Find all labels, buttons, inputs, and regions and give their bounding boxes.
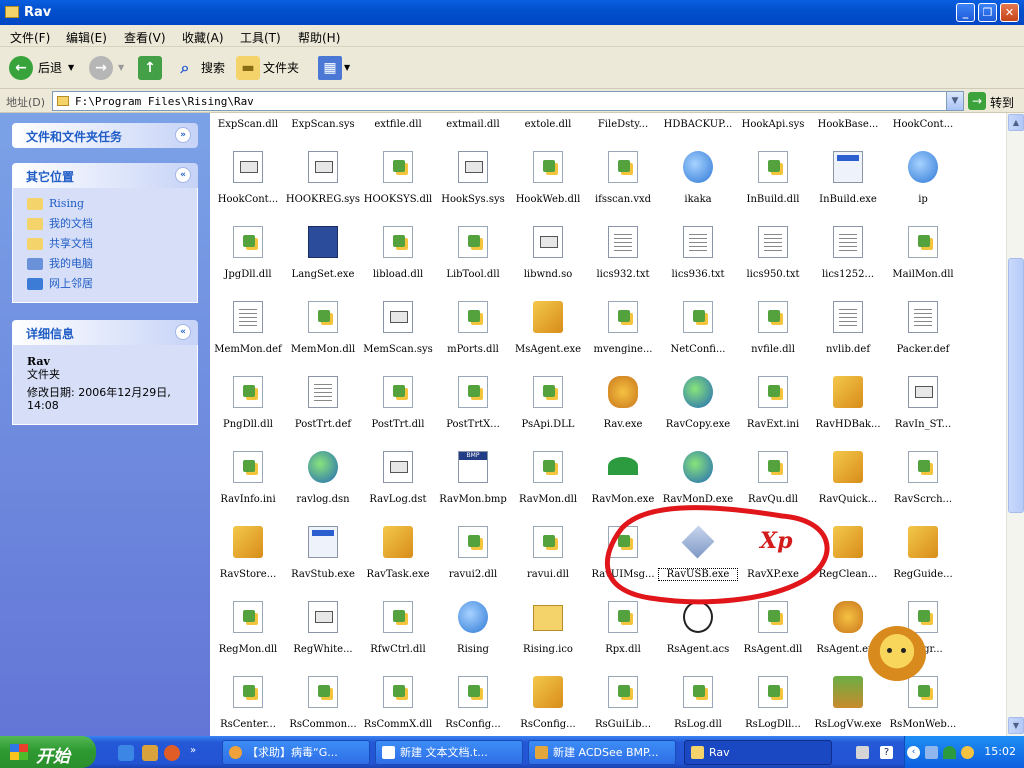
scroll-down-icon[interactable]: ▼: [1008, 717, 1024, 734]
keyboard-icon[interactable]: [856, 746, 869, 759]
taskbar: 开始 » 【求助】病毒“G... 新建 文本文档.t... 新建 ACDSee …: [0, 736, 1024, 768]
lion-tray-icon[interactable]: [961, 746, 974, 759]
explorer-window: Rav _ ❐ ✕ 文件(F) 编辑(E) 查看(V) 收藏(A) 工具(T) …: [0, 0, 1024, 768]
task-acdsee-image[interactable]: 新建 ACDSee BMP...: [528, 740, 676, 765]
task-label: 新建 ACDSee BMP...: [553, 746, 659, 759]
task-label: 【求助】病毒“G...: [247, 746, 338, 759]
quicklaunch-media-icon[interactable]: [164, 745, 180, 761]
quicklaunch-ie-icon[interactable]: [118, 745, 134, 761]
clock: 15:02: [984, 745, 1016, 758]
task-label: Rav: [709, 746, 730, 759]
task-rav-folder[interactable]: Rav: [684, 740, 832, 765]
scroll-thumb[interactable]: [1008, 258, 1024, 513]
acdsee-icon: [535, 746, 548, 759]
quicklaunch-more-icon[interactable]: »: [190, 745, 206, 761]
task-text-document[interactable]: 新建 文本文档.t...: [375, 740, 523, 765]
system-tray: ‹ 15:02: [904, 736, 1024, 768]
task-label: 新建 文本文档.t...: [400, 746, 488, 759]
windows-logo-icon: [10, 744, 28, 760]
folder-icon: [691, 746, 704, 759]
vertical-scrollbar[interactable]: ▲ ▼: [1006, 113, 1024, 736]
tray-expand-icon[interactable]: ‹: [907, 746, 920, 759]
start-button[interactable]: 开始: [0, 736, 96, 768]
lion-mascot-icon[interactable]: [868, 626, 926, 688]
network-tray-icon[interactable]: [925, 746, 938, 759]
browser-icon: [229, 746, 242, 759]
umbrella-tray-icon[interactable]: [943, 746, 956, 759]
notepad-icon: [382, 746, 395, 759]
quicklaunch-tool-icon[interactable]: [142, 745, 158, 761]
task-forum-post[interactable]: 【求助】病毒“G...: [222, 740, 370, 765]
scroll-up-icon[interactable]: ▲: [1008, 114, 1024, 131]
help-icon[interactable]: ?: [880, 746, 893, 759]
start-label: 开始: [36, 747, 70, 767]
